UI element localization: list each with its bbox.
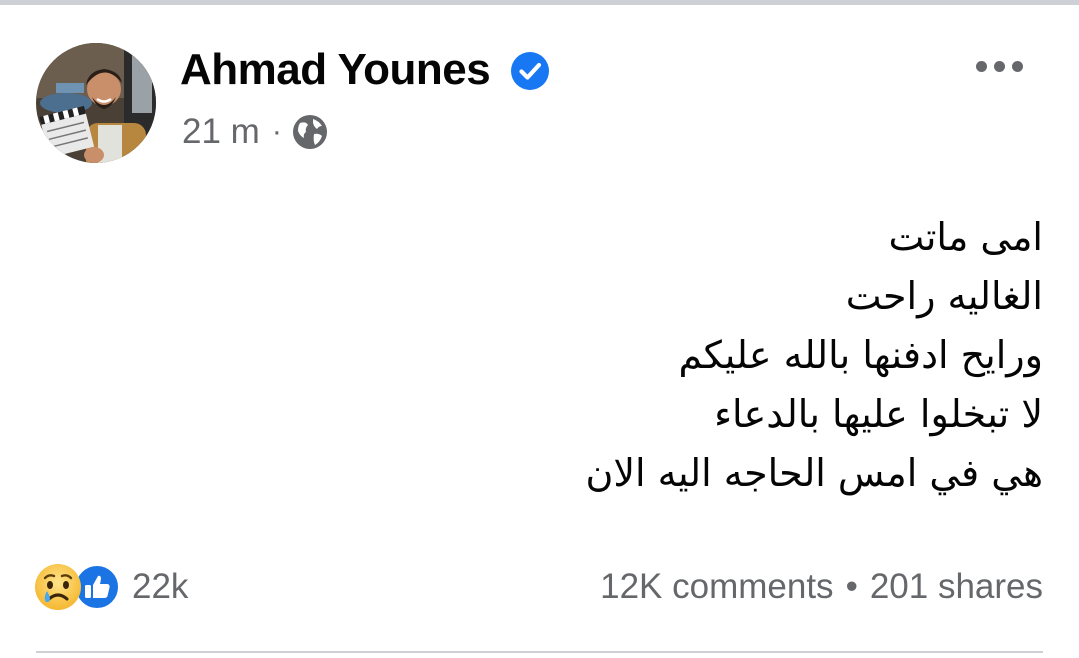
comments-count-link[interactable]: 12K comments	[600, 567, 833, 607]
meta-separator: ·	[271, 115, 282, 148]
verified-badge-icon	[511, 52, 549, 90]
author-name[interactable]: Ahmad Younes	[180, 42, 491, 98]
post-text-line: امى ماتت	[888, 215, 1044, 259]
post-text-line: الغاليه راحت	[845, 274, 1043, 318]
more-dots-icon	[975, 60, 987, 72]
actions-divider	[36, 651, 1043, 653]
post-text-line: لا تبخلوا عليها بالدعاء	[714, 392, 1043, 436]
reactions-summary[interactable]: 22k	[34, 562, 188, 612]
post-meta: 21 m ·	[182, 110, 328, 154]
author-avatar[interactable]	[36, 43, 156, 163]
globe-icon[interactable]	[292, 114, 328, 150]
post-text-line: هي في امس الحاجه اليه الان	[585, 451, 1043, 495]
reaction-count: 22k	[132, 567, 189, 606]
more-options-button[interactable]	[966, 46, 1032, 86]
post-timestamp[interactable]: 21 m	[182, 112, 260, 152]
engagement-stats: 12K comments • 201 shares	[600, 562, 1043, 612]
avatar-photo	[36, 43, 156, 163]
post-text: امى ماتت الغاليه راحت ورايح ادفنها بالله…	[143, 208, 1043, 503]
top-divider-strip	[0, 0, 1079, 5]
post-text-line: ورايح ادفنها بالله عليكم	[678, 333, 1044, 377]
sad-emoji-icon	[35, 564, 81, 610]
shares-count-link[interactable]: 201 shares	[870, 567, 1043, 607]
engagement-separator: •	[845, 567, 858, 606]
